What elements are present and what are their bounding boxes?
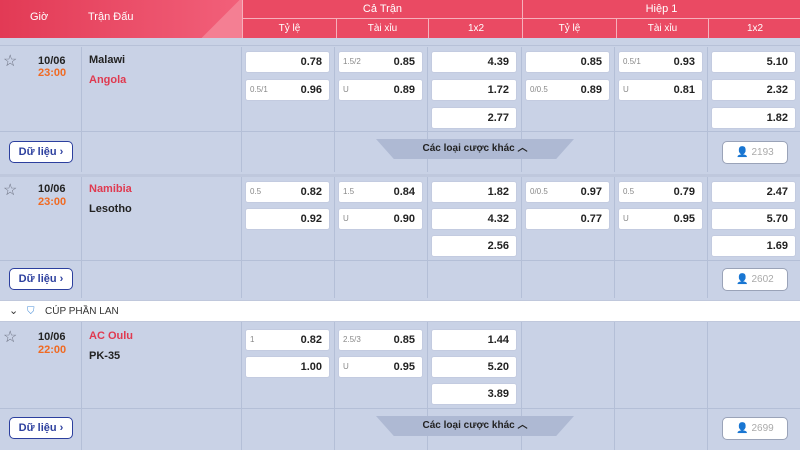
odds-cell[interactable]: 5.20	[431, 356, 517, 378]
views-count: 2193	[751, 147, 774, 158]
home-team: Namibia	[89, 183, 132, 195]
h1-over-under-header: Tài xỉu	[616, 19, 708, 38]
data-button[interactable]: Dữ liệu ›	[9, 417, 73, 439]
odds-cell[interactable]: 0/0.5 0.97	[525, 181, 610, 203]
favorite-star-icon[interactable]: ☆	[3, 183, 17, 199]
home-team: Malawi	[89, 54, 126, 66]
odds-cell[interactable]: 0.5/1 0.96	[245, 79, 330, 101]
first-half-title: Hiệp 1	[523, 0, 800, 19]
data-button[interactable]: Dữ liệu ›	[9, 268, 73, 290]
odds-cell[interactable]: 5.70	[711, 208, 796, 230]
league-shield-icon: ⛉	[27, 306, 35, 317]
odds-cell[interactable]: U 0.95	[618, 208, 703, 230]
views-count: 2699	[751, 423, 774, 434]
views-count: 2602	[751, 274, 774, 285]
odds-cell[interactable]: 2.77	[431, 107, 517, 129]
league-header[interactable]: ⌄ ⛉ CÚP PHẦN LAN	[0, 300, 800, 322]
full-match-title: Cả Trận	[243, 0, 522, 19]
odds-cell[interactable]: 4.39	[431, 51, 517, 73]
odds-cell[interactable]: U 0.95	[338, 356, 423, 378]
ft-over-under-header: Tài xỉu	[336, 19, 428, 38]
data-button[interactable]: Dữ liệu ›	[9, 141, 73, 163]
ft-handicap-header: Tỷ lệ	[278, 23, 301, 34]
away-team: Lesotho	[89, 203, 132, 215]
odds-cell[interactable]: 1.72	[431, 79, 517, 101]
odds-cell[interactable]: 0.5/1 0.93	[618, 51, 703, 73]
away-team: Angola	[89, 74, 127, 86]
match-date: 10/06	[38, 331, 66, 343]
views-button[interactable]: 👤 2193	[722, 141, 788, 164]
odds-cell[interactable]: 1.82	[431, 181, 517, 203]
odds-cell[interactable]: 1 0.82	[245, 329, 330, 351]
odds-cell[interactable]: 1.82	[711, 107, 796, 129]
odds-cell[interactable]: 2.5/3 0.85	[338, 329, 423, 351]
match-row: ☆ 10/06 23:00 Namibia Lesotho 0.5 0.82 0.…	[0, 174, 800, 298]
home-team: AC Oulu	[89, 330, 133, 342]
match-time: 22:00	[38, 344, 67, 356]
odds-cell[interactable]: 0.77	[525, 208, 610, 230]
odds-cell[interactable]: 5.10	[711, 51, 796, 73]
away-team: PK-35	[89, 350, 121, 362]
match-date: 10/06	[38, 183, 66, 195]
table-header: Giờ Trận Đấu Cả Trận Tỷ lệ Tài xỉu 1x2 H…	[0, 0, 800, 38]
odds-cell[interactable]: 0.78	[245, 51, 330, 73]
header-diagonal	[200, 0, 242, 38]
header-shadow	[0, 38, 800, 46]
odds-cell[interactable]: 1.5 0.84	[338, 181, 423, 203]
odds-cell[interactable]: 0.5 0.82	[245, 181, 330, 203]
match-row: ☆ 10/06 23:00 Malawi Angola 0.78 0.5/1 0.…	[0, 47, 800, 172]
time-column-header: Giờ	[30, 11, 49, 23]
first-half-header: Hiệp 1 Tỷ lệ Tài xỉu 1x2	[522, 0, 800, 38]
odds-cell[interactable]: 1.5/2 0.85	[338, 51, 423, 73]
more-bets-button[interactable]: Các loại cược khác ︿	[376, 416, 574, 436]
match-time: 23:00	[38, 196, 67, 208]
odds-cell[interactable]: 1.44	[431, 329, 517, 351]
odds-cell[interactable]: 3.89	[431, 383, 517, 405]
odds-cell[interactable]: 2.32	[711, 79, 796, 101]
odds-cell[interactable]: U 0.81	[618, 79, 703, 101]
odds-cell[interactable]: 0/0.5 0.89	[525, 79, 610, 101]
odds-cell[interactable]: 2.47	[711, 181, 796, 203]
match-date: 10/06	[38, 55, 66, 67]
chevron-down-icon[interactable]: ⌄	[9, 304, 18, 317]
odds-cell[interactable]: 1.69	[711, 235, 796, 257]
match-time: 23:00	[38, 67, 67, 79]
h1-handicap-header: Tỷ lệ	[558, 23, 581, 34]
odds-cell[interactable]: 0.92	[245, 208, 330, 230]
full-match-header: Cả Trận Tỷ lệ Tài xỉu 1x2	[242, 0, 522, 38]
odds-cell[interactable]: U 0.90	[338, 208, 423, 230]
h1-1x2-header: 1x2	[708, 19, 800, 38]
more-bets-button[interactable]: Các loại cược khác ︿	[376, 139, 574, 159]
favorite-star-icon[interactable]: ☆	[3, 54, 17, 70]
views-button[interactable]: 👤 2602	[722, 268, 788, 291]
views-button[interactable]: 👤 2699	[722, 417, 788, 440]
match-row: ☆ 10/06 22:00 AC Oulu PK-35 1 0.82 1.00 2…	[0, 322, 800, 450]
odds-cell[interactable]: 0.5 0.79	[618, 181, 703, 203]
odds-table: Giờ Trận Đấu Cả Trận Tỷ lệ Tài xỉu 1x2 H…	[0, 0, 800, 450]
odds-cell[interactable]: 0.85	[525, 51, 610, 73]
odds-cell[interactable]: 1.00	[245, 356, 330, 378]
odds-cell[interactable]: 4.32	[431, 208, 517, 230]
ft-1x2-header: 1x2	[428, 19, 523, 38]
match-column-header: Trận Đấu	[88, 11, 134, 23]
odds-cell[interactable]: 2.56	[431, 235, 517, 257]
odds-cell[interactable]: U 0.89	[338, 79, 423, 101]
favorite-star-icon[interactable]: ☆	[3, 330, 17, 346]
league-name: CÚP PHẦN LAN	[45, 306, 119, 317]
